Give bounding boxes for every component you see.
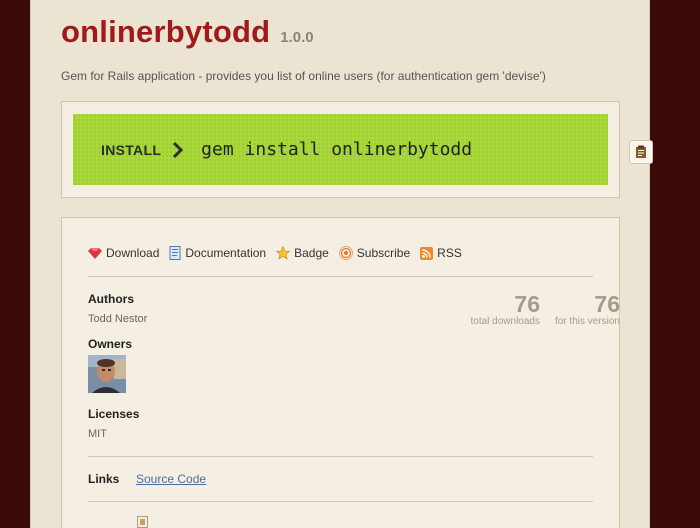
gem-links-row: Download Documentation Badge Subscribe R… xyxy=(88,246,472,260)
gem-title-row: onlinerbytodd 1.0.0 xyxy=(61,14,314,50)
clipboard-icon[interactable] xyxy=(137,516,148,528)
source-code-link[interactable]: Source Code xyxy=(136,472,206,486)
badge-link[interactable]: Badge xyxy=(276,246,329,260)
install-label: INSTALL xyxy=(101,141,162,158)
gem-version: 1.0.0 xyxy=(280,29,314,46)
chevron-right-icon xyxy=(173,141,184,158)
gem-info-box: Download Documentation Badge Subscribe R… xyxy=(61,217,620,528)
owner-avatar-image xyxy=(88,355,126,393)
version-downloads-caption: for this version xyxy=(554,316,620,327)
version-downloads-count: 76 xyxy=(594,291,620,317)
document-icon xyxy=(169,246,181,260)
rss-link[interactable]: RSS xyxy=(420,246,462,260)
gem-description: Gem for Rails application - provides you… xyxy=(61,69,546,83)
total-downloads-count: 76 xyxy=(514,291,540,317)
divider xyxy=(88,456,593,457)
licenses-heading: Licenses xyxy=(88,407,140,421)
star-badge-icon xyxy=(276,246,291,260)
gem-icon xyxy=(88,248,102,259)
gem-name: onlinerbytodd xyxy=(61,14,271,49)
download-link[interactable]: Download xyxy=(88,246,159,260)
clipboard-icon xyxy=(636,145,646,158)
rss-icon xyxy=(420,246,434,260)
total-downloads-stat: 76 total downloads xyxy=(422,291,541,327)
authors-heading: Authors xyxy=(88,292,134,306)
divider xyxy=(88,276,593,277)
subscribe-link[interactable]: Subscribe xyxy=(338,246,411,260)
version-downloads-stat: 76 for this version xyxy=(542,292,620,327)
install-command[interactable]: gem install onlinerbytodd xyxy=(201,139,472,160)
links-heading: Links xyxy=(88,472,120,486)
subscribe-label: Subscribe xyxy=(356,246,411,260)
download-label: Download xyxy=(106,246,160,260)
total-downloads-caption: total downloads xyxy=(470,316,541,327)
owner-avatar[interactable] xyxy=(88,355,126,393)
subscribe-icon xyxy=(338,246,353,260)
page-panel: onlinerbytodd 1.0.0 Gem for Rails applic… xyxy=(30,0,653,528)
divider xyxy=(88,501,593,502)
badge-label: Badge xyxy=(294,246,329,260)
rss-label: RSS xyxy=(437,246,462,260)
licenses-value: MIT xyxy=(88,428,107,440)
install-banner: INSTALL gem install onlinerbytodd xyxy=(73,114,608,185)
documentation-link[interactable]: Documentation xyxy=(169,246,266,260)
authors-value: Todd Nestor xyxy=(88,313,148,325)
copy-to-clipboard-button[interactable] xyxy=(629,140,653,164)
documentation-label: Documentation xyxy=(185,246,267,260)
owners-heading: Owners xyxy=(88,337,133,351)
install-box: INSTALL gem install onlinerbytodd xyxy=(61,101,653,198)
